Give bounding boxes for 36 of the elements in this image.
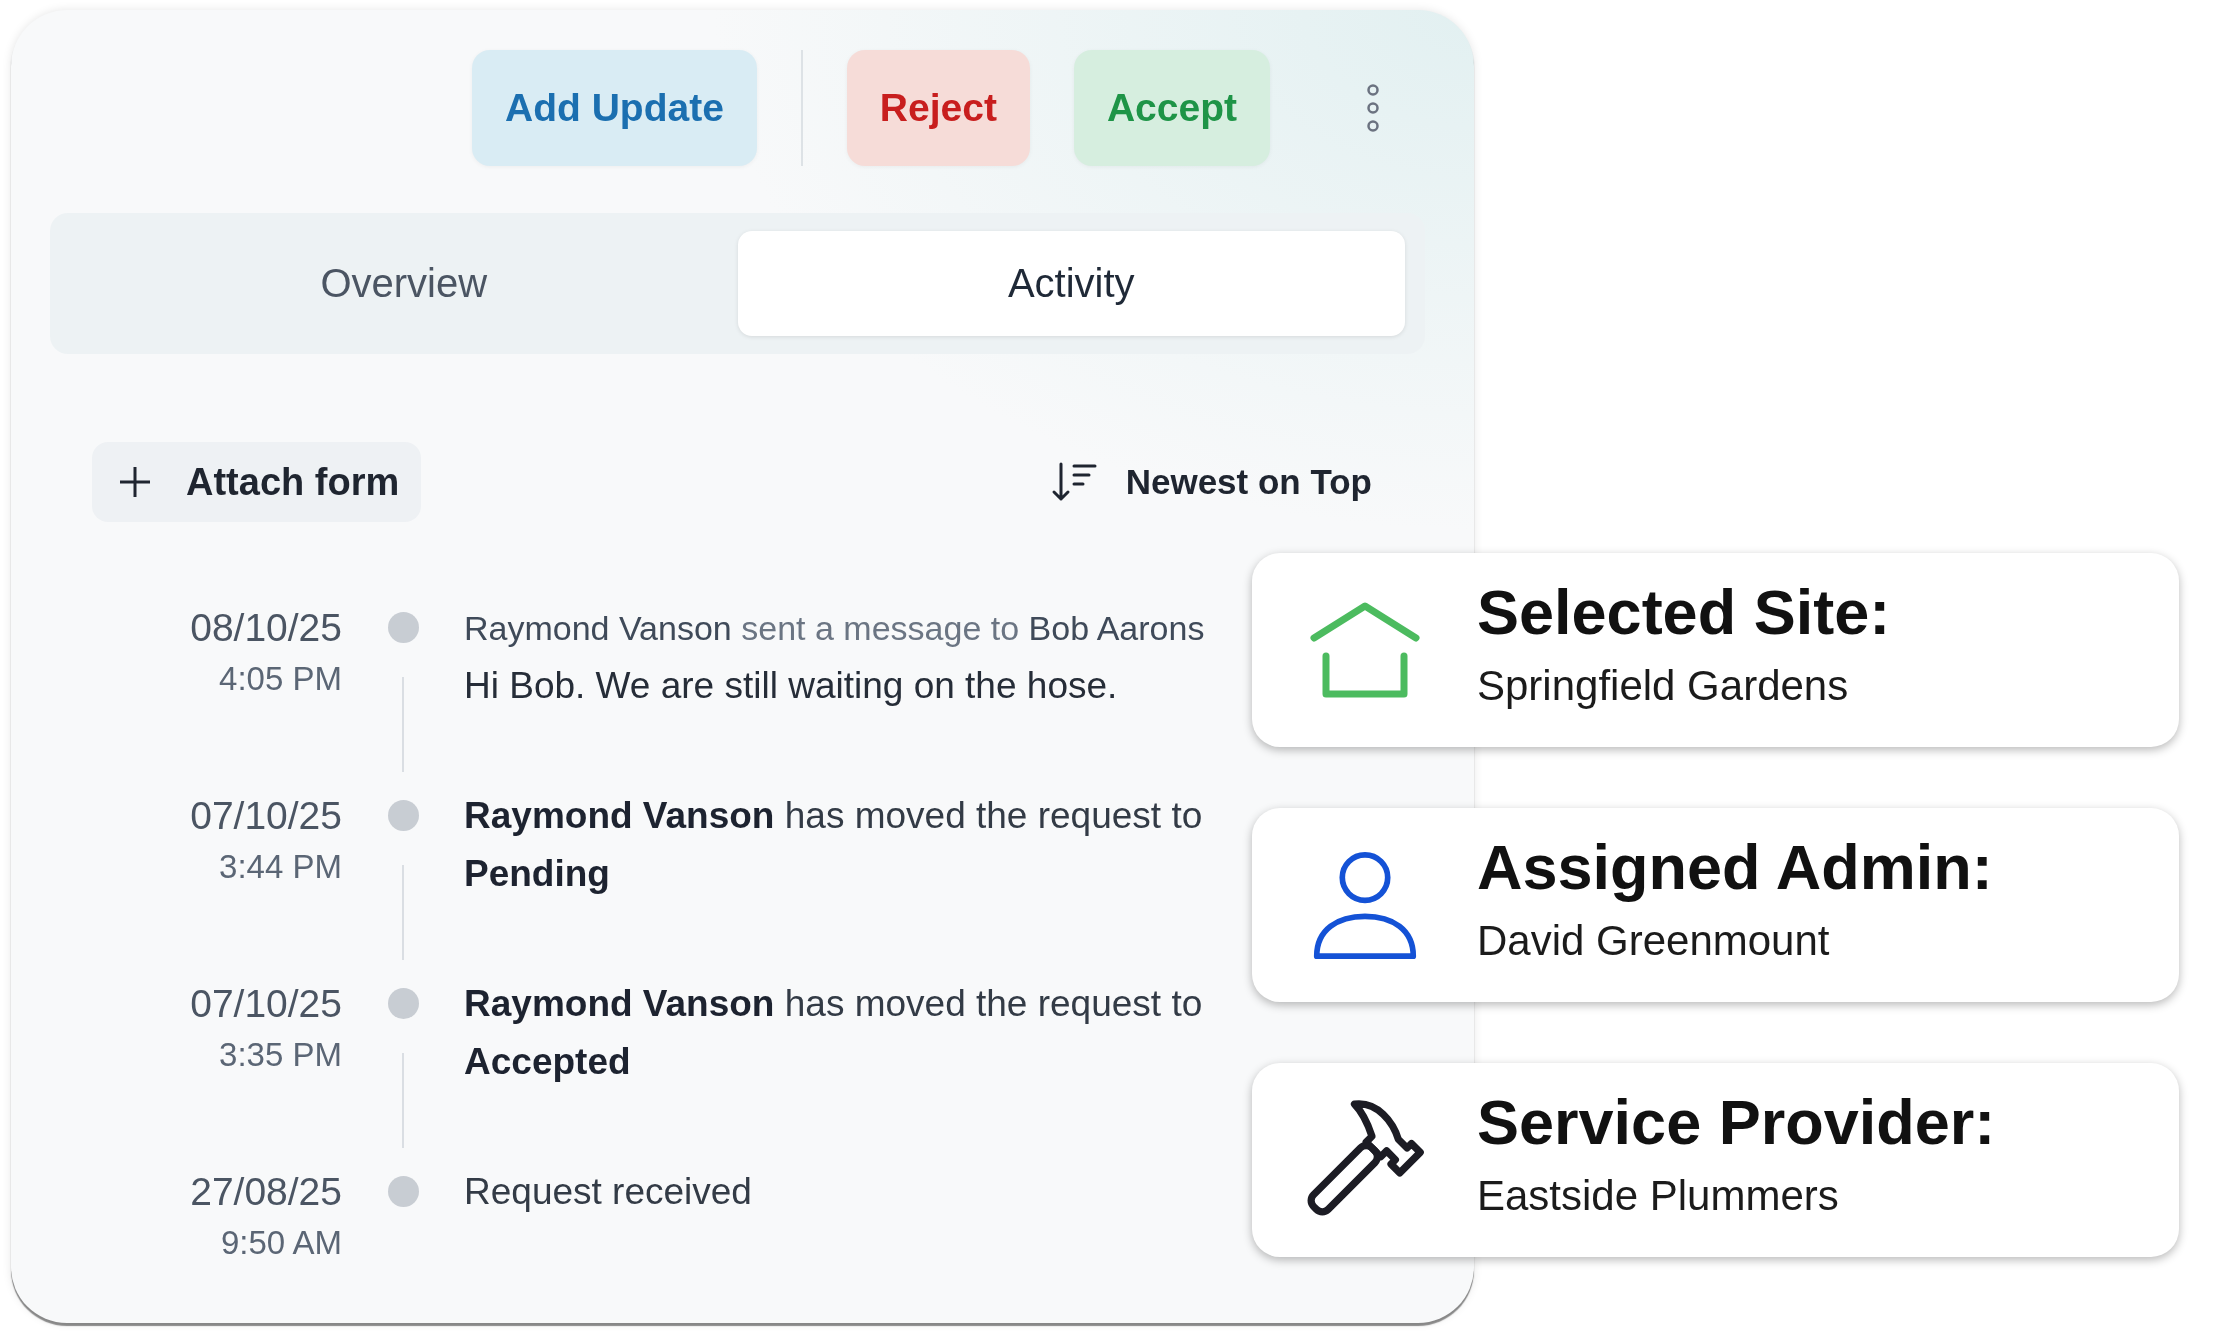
- action-text: sent a message to: [741, 608, 1020, 649]
- event-time: 9:50 AM: [219, 1223, 342, 1263]
- tab[interactable]: Overview: [70, 231, 738, 336]
- event-date: 07/10/25: [189, 981, 342, 1027]
- event-date: 08/10/25: [189, 605, 342, 651]
- card-value: Springfield Gardens: [1477, 661, 1850, 711]
- event-time: 4:05 PM: [218, 659, 342, 699]
- reject-button[interactable]: Reject: [846, 50, 1030, 166]
- card-title: Service Provider:: [1477, 1086, 1996, 1158]
- person-icon: [1312, 849, 1418, 961]
- dot-icon: [387, 1176, 419, 1207]
- sort-button[interactable]: Newest on Top: [1050, 461, 1372, 503]
- message-text: Hi Bob. We are still waiting on the hose.: [464, 664, 1119, 708]
- add-update-button[interactable]: Add Update: [472, 50, 757, 166]
- card-title: Selected Site:: [1477, 576, 1891, 648]
- house-icon: [1309, 601, 1421, 699]
- event-time: 3:44 PM: [218, 847, 342, 887]
- activity-text: Raymond Vanson has moved the request to Accepted: [464, 982, 1204, 1084]
- card-value: Eastside Plummers: [1477, 1171, 1840, 1221]
- recipient-name: Bob Aarons: [1028, 608, 1205, 649]
- event-date: 07/10/25: [189, 793, 342, 839]
- event-date: 27/08/25: [189, 1169, 342, 1215]
- event-time: 3:35 PM: [218, 1035, 342, 1075]
- plus-icon: [118, 465, 152, 499]
- card-title: Assigned Admin:: [1477, 831, 1993, 903]
- sort-icon: [1050, 461, 1097, 503]
- activity-text: Request received: [464, 1170, 753, 1214]
- activity-text: Raymond Vanson has moved the request to Pending: [464, 794, 1204, 896]
- card-value: David Greenmount: [1477, 916, 1831, 966]
- sender-name: Raymond Vanson: [464, 608, 732, 649]
- attach-form-button[interactable]: Attach form: [92, 442, 422, 522]
- more-options-icon[interactable]: [1365, 83, 1380, 133]
- dot-icon: [387, 612, 419, 643]
- dot-icon: [387, 800, 419, 831]
- dot-icon: [387, 988, 419, 1019]
- tab[interactable]: Activity: [737, 231, 1405, 336]
